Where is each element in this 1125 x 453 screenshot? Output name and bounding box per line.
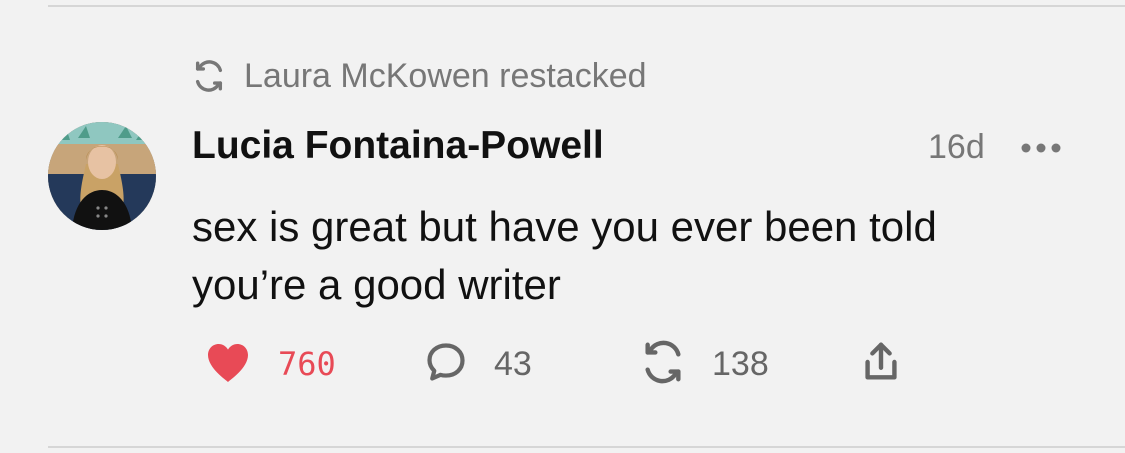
restack-header[interactable]: Laura McKowen restacked [192, 55, 647, 97]
author-name[interactable]: Lucia Fontaina-Powell [192, 124, 604, 168]
comment-icon [424, 340, 468, 389]
share-icon [858, 338, 904, 391]
restack-text: Laura McKowen restacked [244, 56, 647, 95]
comment-count: 43 [494, 344, 532, 383]
restack-icon [640, 339, 686, 390]
post-body: sex is great but have you ever been told… [192, 198, 1072, 314]
like-button[interactable]: 760 [204, 338, 336, 390]
avatar[interactable] [48, 122, 156, 230]
comment-button[interactable]: 43 [424, 338, 532, 390]
heart-icon [204, 340, 252, 389]
post-body-line: you’re a good writer [192, 261, 561, 308]
restack-icon [192, 59, 226, 93]
post-body-line: sex is great but have you ever been told [192, 203, 937, 250]
top-divider [48, 5, 1125, 7]
restack-button[interactable]: 138 [640, 338, 769, 390]
post-time[interactable]: 16d [928, 128, 985, 167]
bottom-divider [48, 446, 1125, 448]
like-count: 760 [278, 345, 336, 383]
share-button[interactable] [858, 338, 904, 390]
restack-count: 138 [712, 344, 769, 383]
more-icon[interactable] [1018, 140, 1064, 156]
